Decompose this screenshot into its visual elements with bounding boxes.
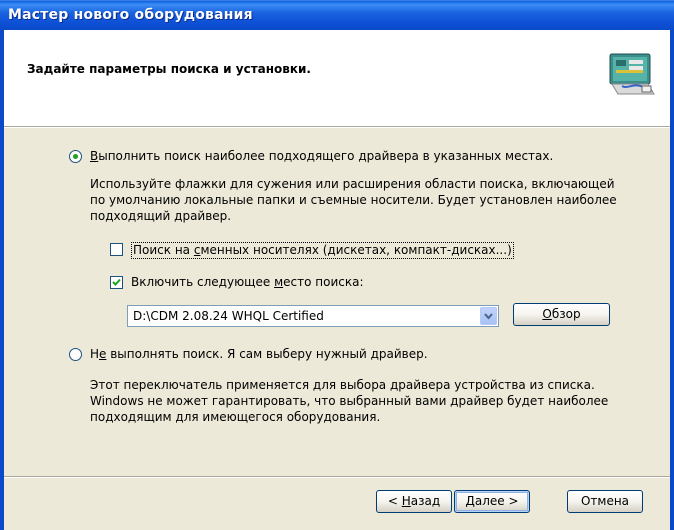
header-title: Задайте параметры поиска и установки. <box>27 62 311 76</box>
label-text: < <box>387 494 402 508</box>
back-button[interactable]: < Назад <box>376 490 452 513</box>
radio-search-option[interactable] <box>69 150 82 163</box>
next-button[interactable]: Далее > <box>454 490 530 513</box>
wizard-window: Мастер нового оборудования Задайте парам… <box>0 0 674 530</box>
label-text: алее > <box>474 494 519 508</box>
title-bar[interactable]: Мастер нового оборудования <box>0 0 674 30</box>
wizard-header: Задайте параметры поиска и установки. <box>4 30 670 126</box>
mnemonic: Н <box>401 494 411 508</box>
radio-search-label[interactable]: Выполнить поиск наиболее подходящего дра… <box>90 149 553 164</box>
label-text: Включить следующее <box>131 275 275 289</box>
manual-description-line-2: Windows не может гарантировать, что выбр… <box>90 394 609 408</box>
manual-description-line-1: Этот переключатель применяется для выбор… <box>90 378 595 392</box>
label-text: менных носителях (дискетах, компакт-диск… <box>200 243 512 257</box>
header-separator <box>4 126 670 128</box>
mnemonic: Д <box>465 494 475 508</box>
label-text: Н <box>90 347 100 361</box>
label-text: есто поиска: <box>283 275 364 289</box>
label-text: выполнять поиск. Я сам выберу нужный дра… <box>106 347 428 361</box>
mnemonic: м <box>274 275 284 289</box>
search-description-line-3: подходящий драйвер. <box>90 209 232 223</box>
radio-manual-label[interactable]: Не выполнять поиск. Я сам выберу нужный … <box>90 347 428 362</box>
footer-separator <box>4 476 670 478</box>
label-text: бзор <box>551 307 581 321</box>
label-text: ыполнить поиск наиболее подходящего драй… <box>98 149 554 163</box>
hardware-wizard-icon <box>608 50 656 98</box>
search-description-line-1: Используйте флажки для сужения или расши… <box>90 177 615 191</box>
mnemonic: О <box>542 307 552 321</box>
window-frame-right <box>670 30 674 530</box>
radio-manual-option[interactable] <box>69 348 82 361</box>
checkmark-icon <box>112 278 121 286</box>
mnemonic: В <box>90 149 99 163</box>
checkbox-location-label[interactable]: Включить следующее место поиска: <box>131 275 363 290</box>
cancel-button[interactable]: Отмена <box>567 490 643 513</box>
label-text: азад <box>410 494 441 508</box>
window-title: Мастер нового оборудования <box>8 7 253 23</box>
radio-selected-dot <box>73 154 78 159</box>
manual-description-line-3: подходящим для имеющегося оборудования. <box>90 410 381 424</box>
search-description-line-2: по умолчанию локальные папки и съемные н… <box>90 193 617 207</box>
dropdown-arrow-icon[interactable] <box>480 307 497 325</box>
browse-button[interactable]: Обзор <box>513 303 610 326</box>
location-value: D:\CDM 2.08.24 WHQL Certified <box>133 309 324 323</box>
checkbox-removable-label[interactable]: Поиск на сменных носителях (дискетах, ко… <box>131 242 514 259</box>
checkbox-removable-media[interactable] <box>110 243 123 256</box>
location-combobox[interactable]: D:\CDM 2.08.24 WHQL Certified <box>127 305 499 327</box>
label-text: Поиск на <box>133 243 194 257</box>
checkbox-include-location[interactable] <box>110 276 123 289</box>
